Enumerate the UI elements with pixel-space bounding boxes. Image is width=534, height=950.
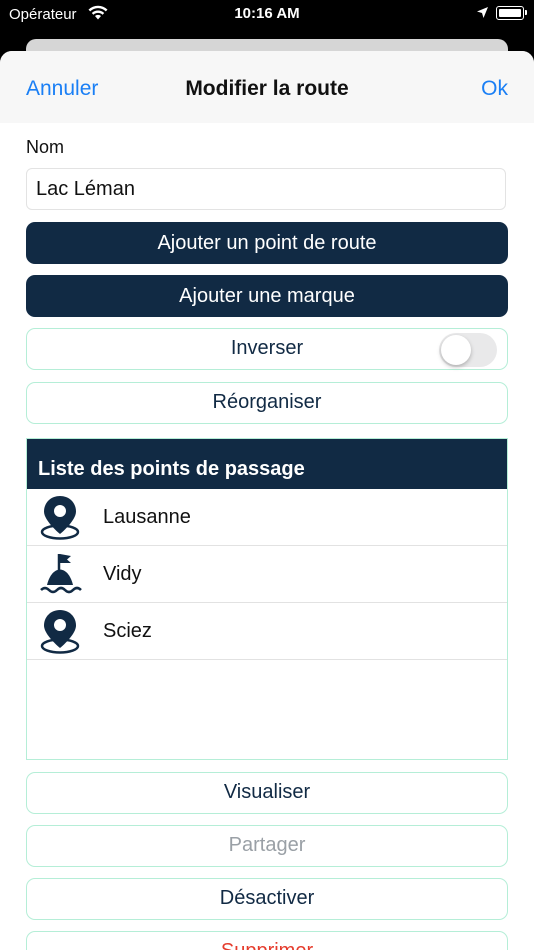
waypoint-name: Lausanne bbox=[103, 506, 191, 528]
edit-route-sheet: Annuler Modifier la route Ok Nom Lac Lém… bbox=[0, 51, 534, 950]
reverse-label: Inverser bbox=[230, 337, 304, 359]
clock: 10:16 AM bbox=[234, 5, 300, 22]
delete-button[interactable]: Supprimer bbox=[26, 931, 508, 950]
list-item[interactable]: Sciez bbox=[27, 603, 507, 660]
reorder-button[interactable]: Réorganiser bbox=[26, 382, 508, 424]
page-title: Modifier la route bbox=[185, 77, 349, 100]
share-button[interactable]: Partager bbox=[26, 825, 508, 867]
toggle-knob bbox=[441, 335, 471, 365]
name-field[interactable]: Lac Léman bbox=[26, 168, 506, 210]
nav-bar: Annuler Modifier la route Ok bbox=[0, 51, 534, 123]
reverse-row: Inverser bbox=[26, 328, 508, 370]
location-arrow-icon bbox=[476, 6, 489, 23]
waypoint-list-header: Liste des points de passage bbox=[27, 439, 507, 489]
add-waypoint-button[interactable]: Ajouter un point de route bbox=[26, 222, 508, 264]
add-mark-button[interactable]: Ajouter une marque bbox=[26, 275, 508, 317]
deactivate-button[interactable]: Désactiver bbox=[26, 878, 508, 920]
map-pin-icon bbox=[39, 608, 81, 654]
list-item[interactable]: Vidy bbox=[27, 546, 507, 603]
battery-tip bbox=[525, 10, 527, 15]
buoy-icon bbox=[39, 551, 82, 597]
waypoint-name: Sciez bbox=[103, 620, 152, 642]
map-pin-icon bbox=[39, 494, 81, 540]
waypoint-list: Liste des points de passage Lausanne Vid… bbox=[26, 438, 508, 760]
ok-button[interactable]: Ok bbox=[481, 77, 508, 101]
battery-icon bbox=[496, 6, 524, 20]
list-item[interactable]: Lausanne bbox=[27, 489, 507, 546]
reverse-toggle[interactable] bbox=[439, 333, 497, 367]
visualize-button[interactable]: Visualiser bbox=[26, 772, 508, 814]
status-bar: Opérateur 10:16 AM bbox=[0, 0, 534, 30]
name-label: Nom bbox=[26, 137, 65, 157]
waypoint-name: Vidy bbox=[103, 563, 142, 585]
